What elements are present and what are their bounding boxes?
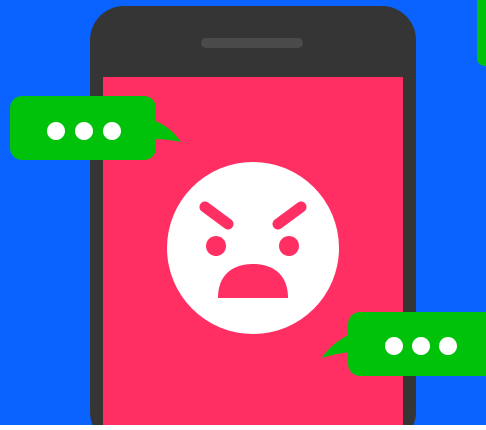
typing-dots-icon [385,337,457,355]
dot [47,122,65,140]
left-eye [206,236,226,256]
dot [75,122,93,140]
dot [385,337,403,355]
illustration [10,0,486,430]
typing-dots-icon [47,122,121,140]
dot [412,337,430,355]
dot [103,122,121,140]
right-eye [279,236,299,256]
dot [439,337,457,355]
chat-bubble-icon [10,96,181,160]
angry-face-icon [167,162,339,334]
bottom-strip [0,425,486,430]
phone-speaker [201,38,303,48]
bubble-edge-top-right [477,0,486,66]
illustration-canvas [0,0,486,430]
face-circle [167,162,339,334]
